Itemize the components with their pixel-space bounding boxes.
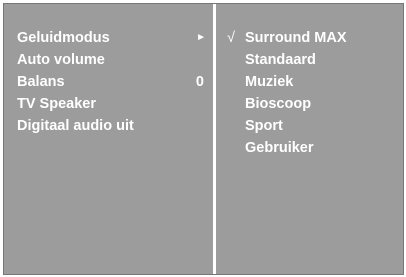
- option-label: Sport: [245, 118, 283, 134]
- menu-item-geluidmodus[interactable]: Geluidmodus ►: [17, 27, 206, 49]
- menu-item-balans[interactable]: Balans 0: [17, 71, 204, 93]
- osd-menu: Geluidmodus ► Auto volume Balans 0 TV Sp…: [3, 3, 404, 275]
- option-gebruiker[interactable]: Gebruiker: [227, 137, 397, 159]
- balance-value: 0: [195, 74, 204, 90]
- menu-item-auto-volume[interactable]: Auto volume: [17, 49, 204, 71]
- option-label: Bioscoop: [245, 96, 312, 112]
- option-surround-max[interactable]: √ Surround MAX: [227, 27, 397, 49]
- option-label: Muziek: [245, 74, 294, 90]
- option-label: Surround MAX: [245, 30, 347, 46]
- option-bioscoop[interactable]: Bioscoop: [227, 93, 397, 115]
- menu-item-label: Geluidmodus: [17, 30, 110, 46]
- sound-mode-options: √ Surround MAX Standaard Muziek Bioscoop…: [227, 27, 397, 159]
- option-muziek[interactable]: Muziek: [227, 71, 397, 93]
- menu-divider: [213, 4, 216, 274]
- option-standaard[interactable]: Standaard: [227, 49, 397, 71]
- menu-item-label: Balans: [17, 74, 65, 90]
- menu-item-tv-speaker[interactable]: TV Speaker: [17, 93, 204, 115]
- option-label: Gebruiker: [245, 140, 314, 156]
- arrow-right-icon: ►: [196, 32, 206, 43]
- menu-item-label: Digitaal audio uit: [17, 118, 134, 134]
- menu-item-label: Auto volume: [17, 52, 105, 68]
- option-label: Standaard: [245, 52, 316, 68]
- option-sport[interactable]: Sport: [227, 115, 397, 137]
- sound-menu-list: Geluidmodus ► Auto volume Balans 0 TV Sp…: [17, 27, 206, 137]
- menu-item-label: TV Speaker: [17, 96, 96, 112]
- checkmark-icon: √: [227, 30, 235, 46]
- menu-item-digitaal-audio-uit[interactable]: Digitaal audio uit: [17, 115, 204, 137]
